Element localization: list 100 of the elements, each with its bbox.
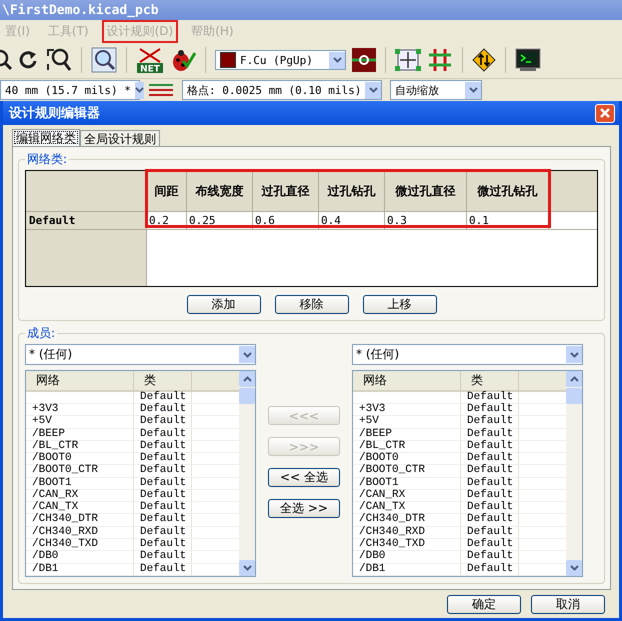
filter-dropdown[interactable]: * (任何) xyxy=(25,344,256,365)
list-cell[interactable]: /CH340_DTR xyxy=(353,514,461,526)
list-cell[interactable]: /CAN_TX xyxy=(26,502,134,514)
list-cell[interactable]: Default xyxy=(134,416,192,428)
list-cell[interactable]: Default xyxy=(134,478,192,489)
list-cell[interactable]: /DB1 xyxy=(26,564,134,575)
scroll-up-button[interactable] xyxy=(239,371,255,387)
ladybug-check-icon[interactable] xyxy=(170,47,196,73)
list-cell[interactable]: /DB1 xyxy=(353,564,461,575)
move-fit-icon[interactable] xyxy=(395,47,421,73)
list-cell[interactable]: +5V xyxy=(353,416,461,428)
dialog-button[interactable]: 取消 xyxy=(531,595,605,614)
close-button[interactable] xyxy=(595,104,615,122)
list-cell[interactable]: Default xyxy=(461,392,519,403)
column-header[interactable]: 类 xyxy=(461,371,519,390)
list-cell[interactable]: /CH340_TXD xyxy=(26,539,134,550)
scroll-down-button[interactable] xyxy=(239,560,255,576)
scroll-thumb[interactable] xyxy=(239,388,255,404)
list-cell[interactable]: /CAN_TX xyxy=(353,502,461,514)
grid-select[interactable]: 格点: 0.0025 mm (0.10 mils) xyxy=(182,80,382,100)
grid-icon[interactable] xyxy=(427,47,453,73)
list-cell[interactable]: Default xyxy=(134,453,192,464)
list-cell[interactable]: /CAN_RX xyxy=(353,490,461,502)
list-cell[interactable]: /DB0 xyxy=(353,551,461,563)
list-cell[interactable]: /CH340_RXD xyxy=(353,526,461,538)
zoom-select[interactable]: 自动缩放 xyxy=(390,80,482,100)
tab[interactable]: 全局设计规则 xyxy=(80,130,160,146)
column-header[interactable]: 类 xyxy=(134,371,192,390)
table-cell[interactable]: 0.1 xyxy=(467,212,549,229)
list-cell[interactable]: /BL_CTR xyxy=(26,440,134,452)
via-layer-icon[interactable] xyxy=(352,48,376,72)
list-cell[interactable]: +5V xyxy=(26,416,134,428)
list-cell[interactable]: /BEEP xyxy=(26,428,134,440)
list-cell[interactable]: Default xyxy=(461,416,519,428)
list-cell[interactable]: /BOOT0_CTR xyxy=(353,465,461,477)
filter-dropdown[interactable]: * (任何) xyxy=(352,344,583,365)
column-header[interactable]: 网络 xyxy=(353,371,461,390)
list-cell[interactable]: Default xyxy=(134,404,192,416)
list-cell[interactable]: /DB0 xyxy=(26,551,134,563)
list-cell[interactable]: /BOOT0_CTR xyxy=(26,465,134,477)
list-cell[interactable]: /BEEP xyxy=(353,428,461,440)
layer-select[interactable]: F.Cu (PgUp) xyxy=(215,50,346,70)
list-cell[interactable]: Default xyxy=(461,539,519,550)
list-cell[interactable]: +3V3 xyxy=(353,404,461,416)
list-cell[interactable]: Default xyxy=(134,428,192,440)
list-cell[interactable]: Default xyxy=(134,564,192,575)
list-cell[interactable]: /BOOT1 xyxy=(26,478,134,489)
swap-arrows-icon[interactable] xyxy=(472,48,496,72)
move-button[interactable]: << 全选 xyxy=(268,468,340,487)
move-button[interactable]: 全选 >> xyxy=(268,499,340,518)
table-cell[interactable]: 0.2 xyxy=(147,212,187,229)
list-cell[interactable]: Default xyxy=(134,490,192,502)
list-cell[interactable]: +3V3 xyxy=(26,404,134,416)
table-cell[interactable]: 0.6 xyxy=(253,212,319,229)
action-button[interactable]: 上移 xyxy=(362,295,436,314)
list-cell[interactable]: Default xyxy=(461,453,519,464)
zoom-fit-icon[interactable] xyxy=(46,48,72,72)
terminal-icon[interactable] xyxy=(515,48,541,72)
list-cell[interactable]: /BOOT0 xyxy=(353,453,461,464)
scroll-thumb[interactable] xyxy=(566,388,582,404)
list-cell[interactable]: /BL_CTR xyxy=(353,440,461,452)
scroll-down-button[interactable] xyxy=(566,560,582,576)
list-cell[interactable]: /CAN_RX xyxy=(26,490,134,502)
action-button[interactable]: 移除 xyxy=(274,295,348,314)
list-cell[interactable]: Default xyxy=(461,564,519,575)
action-button[interactable]: 添加 xyxy=(186,295,260,314)
tab[interactable]: 编辑网络类 xyxy=(12,129,80,146)
list-cell[interactable]: Default xyxy=(134,551,192,563)
list-cell[interactable]: Default xyxy=(461,440,519,452)
list-cell[interactable]: /BOOT1 xyxy=(353,478,461,489)
list-cell[interactable]: Default xyxy=(134,392,192,403)
list-cell[interactable]: Default xyxy=(134,440,192,452)
list-cell[interactable]: Default xyxy=(461,428,519,440)
list-cell[interactable]: /CH340_TXD xyxy=(353,539,461,550)
list-cell[interactable]: Default xyxy=(134,539,192,550)
list-cell[interactable]: Default xyxy=(134,514,192,526)
dialog-button[interactable]: 确定 xyxy=(447,595,521,614)
list-cell[interactable]: Default xyxy=(134,502,192,514)
list-cell[interactable]: Default xyxy=(461,465,519,477)
table-cell[interactable]: 0.25 xyxy=(187,212,253,229)
list-cell[interactable]: Default xyxy=(134,465,192,477)
table-cell[interactable]: 0.3 xyxy=(385,212,467,229)
list-cell[interactable]: Default xyxy=(134,526,192,538)
list-cell[interactable]: Default xyxy=(461,551,519,563)
list-cell[interactable]: /CH340_DTR xyxy=(26,514,134,526)
zoom-out-icon[interactable] xyxy=(0,49,12,71)
list-cell[interactable]: Default xyxy=(461,490,519,502)
list-cell[interactable]: /CH340_RXD xyxy=(26,526,134,538)
table-cell[interactable]: 0.4 xyxy=(319,212,385,229)
list-cell[interactable]: Default xyxy=(461,404,519,416)
list-cell[interactable]: /BOOT0 xyxy=(26,453,134,464)
track-width-icon[interactable] xyxy=(148,81,174,99)
list-cell[interactable]: Default xyxy=(461,502,519,514)
list-cell[interactable]: Default xyxy=(461,514,519,526)
chevron-down-icon xyxy=(242,565,252,571)
magnifier-icon[interactable] xyxy=(91,47,117,73)
list-cell[interactable]: Default xyxy=(461,478,519,489)
scroll-up-button[interactable] xyxy=(566,371,582,387)
column-header[interactable]: 网络 xyxy=(26,371,134,390)
list-cell[interactable]: Default xyxy=(461,526,519,538)
